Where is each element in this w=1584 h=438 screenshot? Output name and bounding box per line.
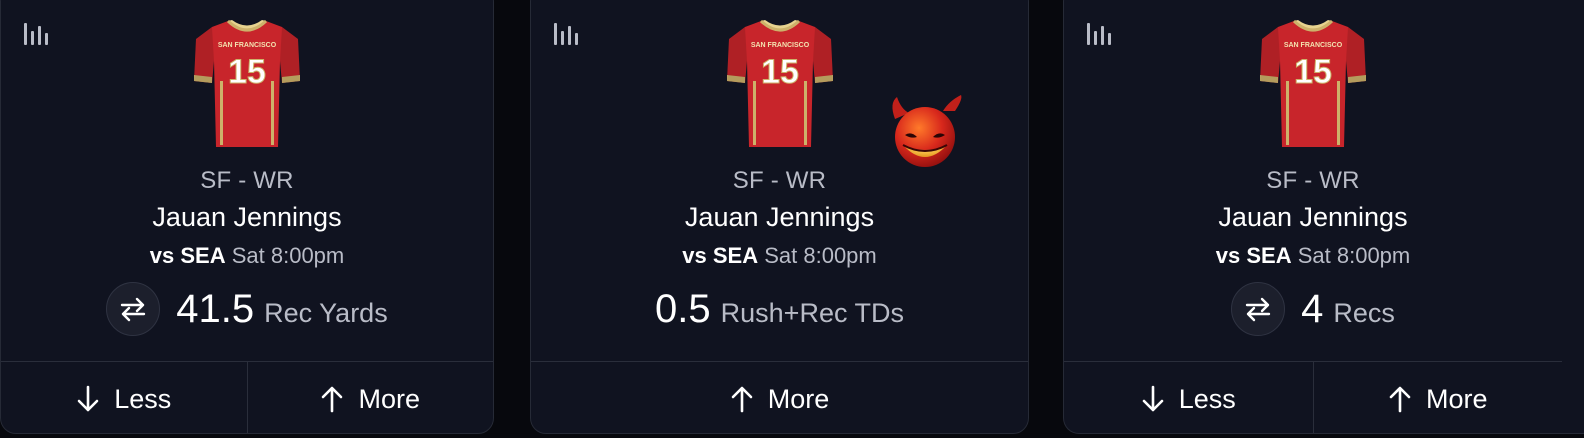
player-name: Jauan Jennings: [152, 202, 342, 232]
arrow-down-icon: [1141, 385, 1165, 413]
projection-card[interactable]: SAN FRANCISCO 15 SF - WR Jauan Jennings …: [1063, 0, 1584, 434]
jersey-icon: SAN FRANCISCO 15: [725, 17, 835, 149]
line-value: 41.5: [176, 286, 255, 331]
less-button[interactable]: Less: [1064, 362, 1313, 433]
jersey-team-text: SAN FRANCISCO: [1284, 42, 1343, 49]
pick-actions: Less More: [1, 361, 494, 433]
bar-chart-icon[interactable]: [23, 23, 49, 45]
opponent: SEA: [1246, 243, 1292, 268]
projection-line: 0.5 Rush+Rec TDs: [531, 281, 1028, 337]
line-value: 0.5: [655, 286, 711, 331]
swap-button[interactable]: [1231, 282, 1286, 336]
swap-arrows-icon: [1244, 295, 1272, 323]
game-time: Sat 8:00pm: [764, 243, 877, 268]
opponent-prefix: vs: [682, 243, 707, 268]
more-label: More: [767, 383, 830, 414]
jersey-icon: SAN FRANCISCO 15: [1258, 17, 1368, 149]
arrow-up-icon: [730, 385, 754, 413]
arrow-up-icon: [320, 385, 344, 413]
swap-arrows-icon: [119, 295, 147, 323]
arrow-up-icon: [1388, 385, 1412, 413]
pick-actions: More: [531, 361, 1028, 433]
opponent-prefix: vs: [149, 243, 175, 268]
arrow-down-icon: [76, 385, 100, 413]
player-name: Jauan Jennings: [1218, 202, 1408, 232]
projection-line: 4 Recs: [1064, 281, 1562, 337]
jersey-team-text: SAN FRANCISCO: [750, 42, 809, 49]
more-button[interactable]: More: [1312, 362, 1563, 433]
demon-emoji-icon: [892, 95, 962, 167]
projection-card[interactable]: SAN FRANCISCO 15 SF - WR Jauan Jennings …: [530, 0, 1029, 434]
opponent: SEA: [180, 243, 226, 268]
player-name: Jauan Jennings: [684, 202, 875, 232]
game-info: vs SEA Sat 8:00pm: [1, 243, 493, 269]
game-time: Sat 8:00pm: [231, 243, 345, 268]
line-stat: Rec Yards: [264, 297, 388, 328]
less-button[interactable]: Less: [1, 362, 247, 433]
game-time: Sat 8:00pm: [1297, 243, 1411, 268]
game-info: vs SEA Sat 8:00pm: [1064, 243, 1562, 269]
team-position: SF - WR: [200, 167, 294, 194]
line-value: 4: [1301, 286, 1324, 331]
jersey-team-text: SAN FRANCISCO: [218, 42, 277, 49]
more-button[interactable]: More: [246, 362, 494, 433]
swap-button[interactable]: [106, 282, 161, 336]
team-position: SF - WR: [1266, 167, 1360, 194]
more-label: More: [358, 383, 420, 414]
game-info: vs SEA Sat 8:00pm: [531, 243, 1028, 269]
more-label: More: [1425, 383, 1488, 414]
opponent-prefix: vs: [1215, 243, 1241, 268]
jersey-number-text: 15: [761, 53, 799, 91]
less-label: Less: [114, 383, 172, 414]
jersey-number-text: 15: [228, 53, 266, 91]
more-button[interactable]: More: [531, 362, 1028, 433]
line-stat: Recs: [1333, 297, 1395, 328]
line-stat: Rush+Rec TDs: [720, 297, 904, 328]
opponent: SEA: [712, 243, 759, 268]
jersey-number-text: 15: [1294, 53, 1332, 91]
bar-chart-icon[interactable]: [553, 23, 579, 45]
team-position: SF - WR: [732, 167, 827, 194]
less-label: Less: [1178, 383, 1236, 414]
projection-line: 41.5 Rec Yards: [1, 281, 493, 337]
projection-card[interactable]: SAN FRANCISCO 15 SF - WR Jauan Jennings …: [0, 0, 494, 434]
bar-chart-icon[interactable]: [1086, 23, 1112, 45]
pick-actions: Less More: [1064, 361, 1563, 433]
jersey-icon: SAN FRANCISCO 15: [192, 17, 302, 149]
